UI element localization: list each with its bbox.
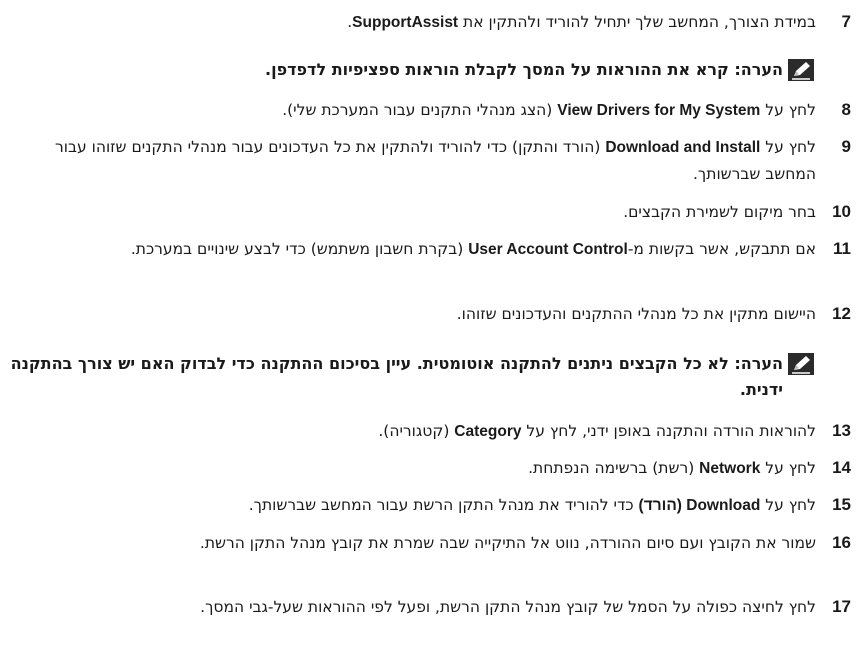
step-bold-term: Download and Install	[605, 139, 761, 156]
step-text: לחץ על	[760, 496, 816, 514]
step-number: 11	[833, 239, 851, 258]
step-14: 14 לחץ על Network (רשת) ברשימה הנפתחת.	[2, 455, 851, 482]
step-number: 8	[841, 100, 851, 119]
note-pencil-icon	[788, 353, 814, 375]
step-text: לחץ על	[760, 101, 816, 119]
step-number: 17	[832, 597, 851, 616]
step-17: 17 לחץ לחיצה כפולה על הסמל של קובץ מנהל …	[2, 594, 851, 620]
step-text: שמור את הקובץ ועם סיום ההורדה, נווט אל ה…	[199, 534, 816, 552]
step-bold-term: SupportAssist	[352, 14, 459, 31]
step-9: 9 לחץ על Download and Install (הורד והתק…	[2, 134, 851, 187]
step-bold-term: Category	[454, 423, 522, 440]
step-text: בחר מיקום לשמירת הקבצים.	[623, 203, 816, 221]
step-12: 12 היישום מתקין את כל מנהלי ההתקנים והעד…	[2, 301, 851, 327]
step-8: 8 לחץ על View Drivers for My System (הצג…	[2, 97, 851, 124]
step-number: 10	[832, 202, 851, 221]
step-text: (הצג מנהלי התקנים עבור המערכת שלי).	[282, 101, 558, 119]
step-text: אם תתבקש, אשר בקשות מ-	[627, 240, 816, 258]
step-11: 11 אם תתבקש, אשר בקשות מ-User Account Co…	[2, 236, 851, 263]
step-text: (בקרת חשבון משתמש) כדי לבצע שינויים במער…	[130, 240, 469, 258]
step-text: לחץ על	[760, 138, 816, 156]
step-text: היישום מתקין את כל מנהלי ההתקנים והעדכונ…	[456, 305, 816, 323]
step-text: להוראות הורדה והתקנה באופן ידני, לחץ על	[521, 422, 816, 440]
note-manual-install: הערה: לא כל הקבצים ניתנים להתקנה אוטומטי…	[2, 351, 851, 403]
step-number: 14	[832, 458, 851, 477]
note-text: הערה: קרא את ההוראות על המסך לקבלת הוראו…	[265, 60, 783, 79]
step-number: 13	[832, 421, 851, 440]
step-bold-term: Network	[699, 460, 761, 477]
step-text: לחץ לחיצה כפולה על הסמל של קובץ מנהל התק…	[200, 598, 816, 616]
step-7: 7 במידת הצורך, המחשב שלך יתחיל להוריד ול…	[2, 9, 851, 36]
step-number: 9	[841, 137, 851, 156]
step-bold-term: User Account Control	[468, 241, 628, 258]
step-number: 16	[832, 533, 851, 552]
step-16: 16 שמור את הקובץ ועם סיום ההורדה, נווט א…	[2, 530, 851, 556]
step-10: 10 בחר מיקום לשמירת הקבצים.	[2, 199, 851, 225]
note-pencil-icon	[788, 59, 814, 81]
step-number: 7	[841, 12, 851, 31]
step-text: כדי להוריד את מנהל התקן הרשת עבור המחשב …	[248, 496, 639, 514]
step-number: 15	[832, 495, 851, 514]
note-text: הערה: לא כל הקבצים ניתנים להתקנה אוטומטי…	[10, 354, 783, 399]
step-text: לחץ על	[760, 459, 816, 477]
note-browser: הערה: קרא את ההוראות על המסך לקבלת הוראו…	[2, 57, 851, 83]
step-number: 12	[832, 304, 851, 323]
step-text: (קטגוריה).	[378, 422, 455, 440]
step-text: במידת הצורך, המחשב שלך יתחיל להוריד ולהת…	[458, 13, 816, 31]
document-page: 7 במידת הצורך, המחשב שלך יתחיל להוריד ול…	[0, 0, 863, 650]
step-text: (רשת) ברשימה הנפתחת.	[528, 459, 700, 477]
step-bold-term: View Drivers for My System	[557, 102, 761, 119]
step-13: 13 להוראות הורדה והתקנה באופן ידני, לחץ …	[2, 418, 851, 445]
step-bold-term: Download (הורד)	[638, 497, 761, 514]
step-15: 15 לחץ על Download (הורד) כדי להוריד את …	[2, 492, 851, 519]
